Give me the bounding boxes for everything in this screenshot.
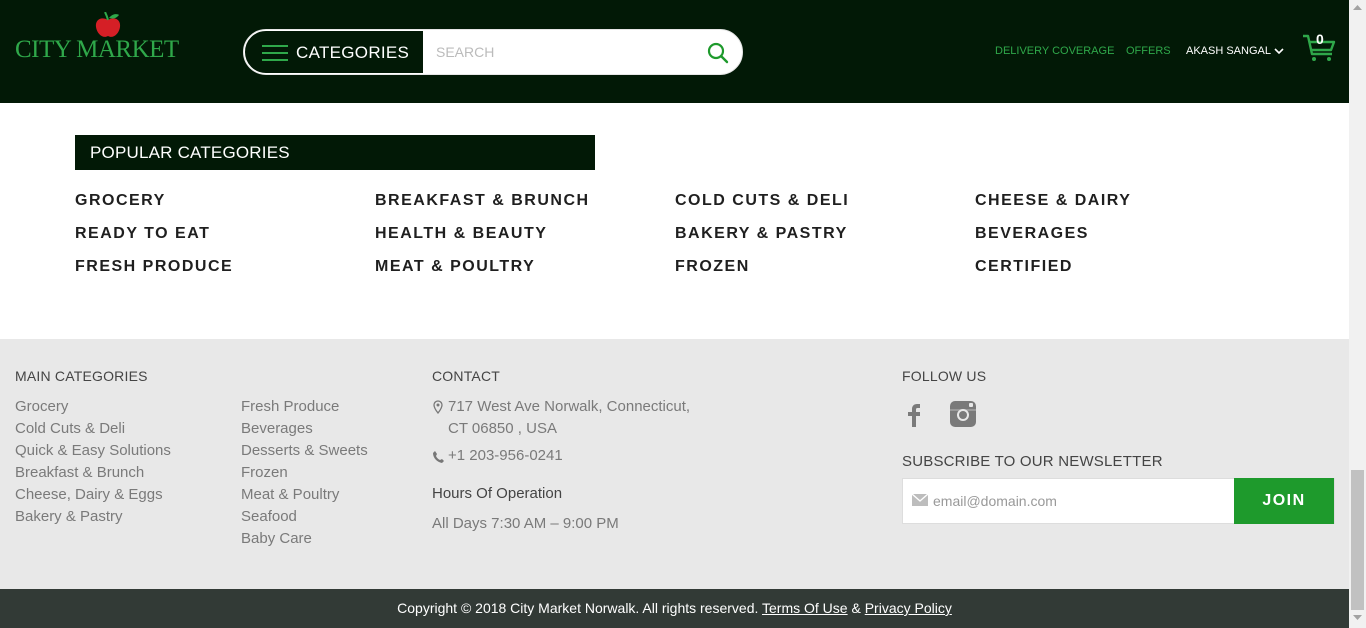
popular-category-link[interactable]: HEALTH & BEAUTY <box>375 225 547 243</box>
scrollbar-thumb[interactable] <box>1351 470 1364 610</box>
popular-category-link[interactable]: BREAKFAST & BRUNCH <box>375 192 590 210</box>
popular-category-link[interactable]: CHEESE & DAIRY <box>975 192 1131 210</box>
copyright-bar: Copyright © 2018 City Market Norwalk. Al… <box>0 589 1349 628</box>
footer-category-link[interactable]: Cheese, Dairy & Eggs <box>15 484 171 506</box>
popular-category-link[interactable]: MEAT & POULTRY <box>375 258 535 276</box>
terms-of-use-link[interactable]: Terms Of Use <box>762 600 848 616</box>
popular-category-link[interactable]: FRESH PRODUCE <box>75 258 233 276</box>
email-input[interactable] <box>933 479 1233 523</box>
chevron-down-icon <box>1274 48 1284 54</box>
main-categories-title: MAIN CATEGORIES <box>15 368 148 384</box>
footer-category-link[interactable]: Beverages <box>241 418 368 440</box>
facebook-icon[interactable] <box>904 400 924 428</box>
location-pin-icon <box>433 400 443 414</box>
popular-category-link[interactable]: COLD CUTS & DELI <box>675 192 849 210</box>
categories-label: CATEGORIES <box>296 43 410 62</box>
privacy-policy-link[interactable]: Privacy Policy <box>865 600 952 616</box>
user-menu[interactable]: AKASH SANGAL <box>1186 45 1284 57</box>
delivery-coverage-link[interactable]: DELIVERY COVERAGE <box>995 45 1114 57</box>
popular-categories-title: POPULAR CATEGORIES <box>75 135 595 170</box>
hours-title: Hours Of Operation <box>432 485 563 502</box>
search-icon[interactable] <box>707 42 729 64</box>
footer-category-list: Grocery Cold Cuts & Deli Quick & Easy So… <box>15 396 171 528</box>
address-line1: 717 West Ave Norwalk, Connecticut, <box>448 398 691 415</box>
footer-category-link[interactable]: Fresh Produce <box>241 396 368 418</box>
user-name: AKASH SANGAL <box>1186 45 1271 57</box>
follow-us-title: FOLLOW US <box>902 368 987 384</box>
offers-link[interactable]: OFFERS <box>1126 45 1171 57</box>
scroll-up-icon[interactable] <box>1353 4 1362 10</box>
copyright-text: Copyright © 2018 City Market Norwalk. Al… <box>397 600 759 616</box>
footer-category-link[interactable]: Frozen <box>241 462 368 484</box>
footer-category-link[interactable]: Cold Cuts & Deli <box>15 418 171 440</box>
footer-category-link[interactable]: Quick & Easy Solutions <box>15 440 171 462</box>
logo-text: CITY MARKET <box>15 36 179 63</box>
phone-icon <box>433 451 444 463</box>
footer-category-link[interactable]: Seafood <box>241 506 368 528</box>
popular-category-link[interactable]: CERTIFIED <box>975 258 1073 276</box>
footer-category-link[interactable]: Desserts & Sweets <box>241 440 368 462</box>
cart-count-badge: 0 <box>1316 31 1324 47</box>
popular-category-link[interactable]: READY TO EAT <box>75 225 210 243</box>
page-scrollbar[interactable] <box>1349 0 1366 628</box>
site-header: CITY MARKET CATEGORIES DELIVERY COVERAGE… <box>0 0 1349 103</box>
footer-category-link[interactable]: Bakery & Pastry <box>15 506 171 528</box>
hamburger-icon <box>262 45 288 61</box>
envelope-icon <box>912 494 928 506</box>
popular-category-link[interactable]: BEVERAGES <box>975 225 1089 243</box>
hours-text: All Days 7:30 AM – 9:00 PM <box>432 515 619 532</box>
footer-category-link[interactable]: Breakfast & Brunch <box>15 462 171 484</box>
scroll-down-icon[interactable] <box>1353 615 1362 621</box>
footer-category-list: Fresh Produce Beverages Desserts & Sweet… <box>241 396 368 550</box>
site-footer: MAIN CATEGORIES Grocery Cold Cuts & Deli… <box>0 339 1349 589</box>
ampersand: & <box>851 600 861 616</box>
search-input[interactable] <box>424 30 694 74</box>
footer-category-link[interactable]: Grocery <box>15 396 171 418</box>
footer-category-link[interactable]: Meat & Poultry <box>241 484 368 506</box>
footer-category-link[interactable]: Baby Care <box>241 528 368 550</box>
join-button[interactable]: JOIN <box>1234 478 1334 524</box>
popular-category-link[interactable]: FROZEN <box>675 258 750 276</box>
search-bar: CATEGORIES <box>243 29 743 75</box>
newsletter-title: SUBSCRIBE TO OUR NEWSLETTER <box>902 453 1163 470</box>
phone-number[interactable]: +1 203-956-0241 <box>448 447 563 464</box>
categories-button[interactable]: CATEGORIES <box>244 30 424 74</box>
popular-category-link[interactable]: BAKERY & PASTRY <box>675 225 848 243</box>
address-line2: CT 06850 , USA <box>448 420 557 437</box>
contact-title: CONTACT <box>432 368 501 384</box>
city-market-logo[interactable]: CITY MARKET <box>15 10 179 65</box>
instagram-icon[interactable] <box>949 400 977 428</box>
popular-category-link[interactable]: GROCERY <box>75 192 166 210</box>
